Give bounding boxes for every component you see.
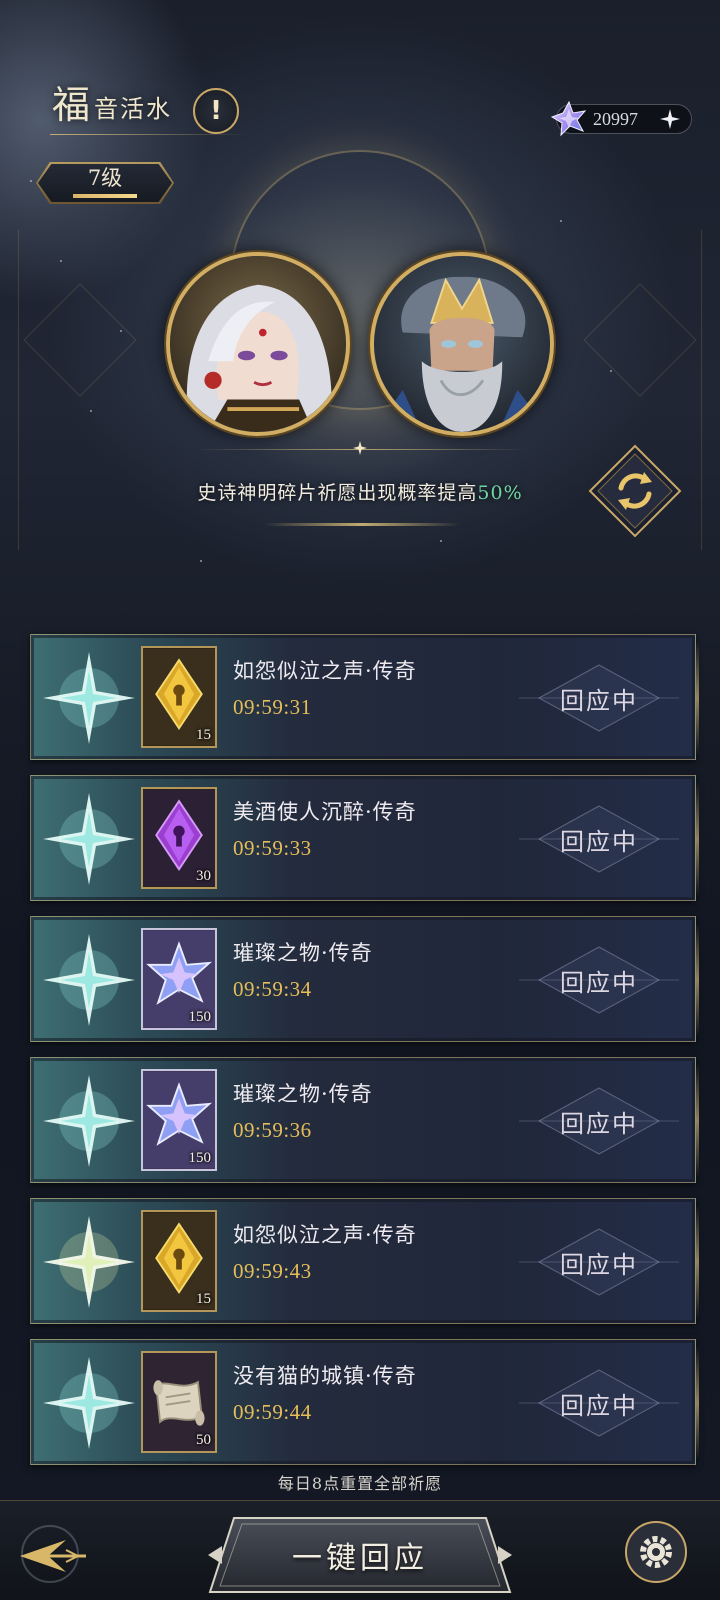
item-count: 15 (196, 1291, 211, 1307)
four-point-star-icon (43, 793, 135, 885)
respond-label: 回应中 (560, 968, 638, 997)
page-title-first-char: 福 (52, 83, 91, 127)
respond-button[interactable]: 回应中 (519, 1076, 679, 1166)
respond-all-button[interactable]: 一键回应 (208, 1516, 512, 1594)
respond-button[interactable]: 回应中 (519, 1217, 679, 1307)
exclamation-icon: ! (210, 96, 222, 126)
prayer-timer: 09:59:44 (233, 1400, 312, 1424)
settings-button[interactable] (624, 1520, 688, 1584)
respond-button[interactable]: 回应中 (519, 935, 679, 1025)
prayer-card: 15 如怨似泣之声·传奇 09:59:31 回应中 (30, 634, 699, 760)
prayer-name: 璀璨之物·传奇 (233, 1082, 373, 1106)
frame-decor (23, 283, 137, 397)
info-button[interactable]: ! (193, 88, 239, 134)
prayer-name: 美酒使人沉醉·传奇 (233, 800, 417, 824)
level-progress-bar (73, 194, 137, 198)
bonus-underline (264, 523, 460, 526)
star-decor (440, 540, 442, 542)
prayer-card: 150 璀璨之物·传奇 09:59:36 回应中 (30, 1057, 699, 1183)
respond-button[interactable]: 回应中 (519, 653, 679, 743)
prayer-timer: 09:59:33 (233, 836, 312, 860)
page-title-rest: 音活水 (94, 95, 173, 123)
four-point-star-icon (43, 1216, 135, 1308)
prayer-timer: 09:59:34 (233, 977, 312, 1001)
prayer-timer: 09:59:31 (233, 695, 312, 719)
star-decor (30, 180, 32, 182)
goddess-portrait-image (170, 256, 346, 432)
prayer-name: 璀璨之物·传奇 (233, 941, 373, 965)
respond-label: 回应中 (560, 1250, 638, 1279)
star-decor (610, 370, 612, 372)
page-title: 福 音活水 (52, 86, 172, 124)
reward-item[interactable]: 50 (141, 1351, 217, 1453)
star-decor (90, 410, 92, 412)
reward-item[interactable]: 15 (141, 1210, 217, 1312)
bonus-percent: 50% (477, 482, 523, 504)
sparkle-plus-icon[interactable] (659, 108, 681, 130)
four-point-star-icon (43, 652, 135, 744)
crystal-star-icon (550, 100, 587, 137)
currency-display: 20997 (550, 100, 692, 137)
screen: 福 音活水 ! 7级 20997 史诗神明碎片祈愿出现概率提高50% 15 如怨… (0, 0, 720, 1600)
refresh-button[interactable] (588, 444, 682, 538)
four-point-star-icon (43, 934, 135, 1026)
star-decor (60, 260, 62, 262)
respond-label: 回应中 (560, 1109, 638, 1138)
back-button[interactable] (14, 1522, 88, 1586)
respond-button[interactable]: 回应中 (519, 794, 679, 884)
prayer-card: 30 美酒使人沉醉·传奇 09:59:33 回应中 (30, 775, 699, 901)
sparkle-icon (353, 441, 367, 455)
prayer-name: 如怨似泣之声·传奇 (233, 1223, 417, 1247)
prayer-name: 没有猫的城镇·传奇 (233, 1364, 417, 1388)
prayer-card: 50 没有猫的城镇·传奇 09:59:44 回应中 (30, 1339, 699, 1465)
prayer-timer: 09:59:43 (233, 1259, 312, 1283)
prayer-list: 15 如怨似泣之声·传奇 09:59:31 回应中 30 美酒使人沉醉·传奇 0… (30, 634, 699, 1480)
item-count: 30 (196, 868, 211, 884)
reward-item[interactable]: 30 (141, 787, 217, 889)
respond-label: 回应中 (560, 686, 638, 715)
item-count: 150 (188, 1009, 212, 1025)
title-underline (50, 134, 250, 135)
deity-portrait-left[interactable] (166, 252, 350, 436)
star-decor (560, 220, 562, 222)
bonus-text: 史诗神明碎片祈愿出现概率提高 (197, 482, 478, 504)
four-point-star-icon (43, 1357, 135, 1449)
god-portrait-image (374, 256, 550, 432)
item-count: 150 (188, 1150, 212, 1166)
respond-all-label: 一键回应 (292, 1541, 428, 1576)
respond-label: 回应中 (560, 1391, 638, 1420)
level-text: 7级 (87, 166, 123, 190)
level-badge: 7级 (36, 162, 174, 204)
reward-item[interactable]: 150 (141, 1069, 217, 1171)
prayer-card: 15 如怨似泣之声·传奇 09:59:43 回应中 (30, 1198, 699, 1324)
frame-decor (583, 283, 697, 397)
prayer-timer: 09:59:36 (233, 1118, 312, 1142)
item-count: 50 (196, 1432, 211, 1448)
four-point-star-icon (43, 1075, 135, 1167)
item-count: 15 (196, 727, 211, 743)
prayer-name: 如怨似泣之声·传奇 (233, 659, 417, 683)
currency-value: 20997 (593, 108, 638, 129)
star-decor (200, 560, 202, 562)
respond-button[interactable]: 回应中 (519, 1358, 679, 1448)
reward-item[interactable]: 15 (141, 646, 217, 748)
reward-item[interactable]: 150 (141, 928, 217, 1030)
respond-label: 回应中 (560, 827, 638, 856)
deity-portrait-right[interactable] (370, 252, 554, 436)
reset-note: 每日8点重置全部祈愿 (277, 1474, 443, 1493)
prayer-card: 150 璀璨之物·传奇 09:59:34 回应中 (30, 916, 699, 1042)
